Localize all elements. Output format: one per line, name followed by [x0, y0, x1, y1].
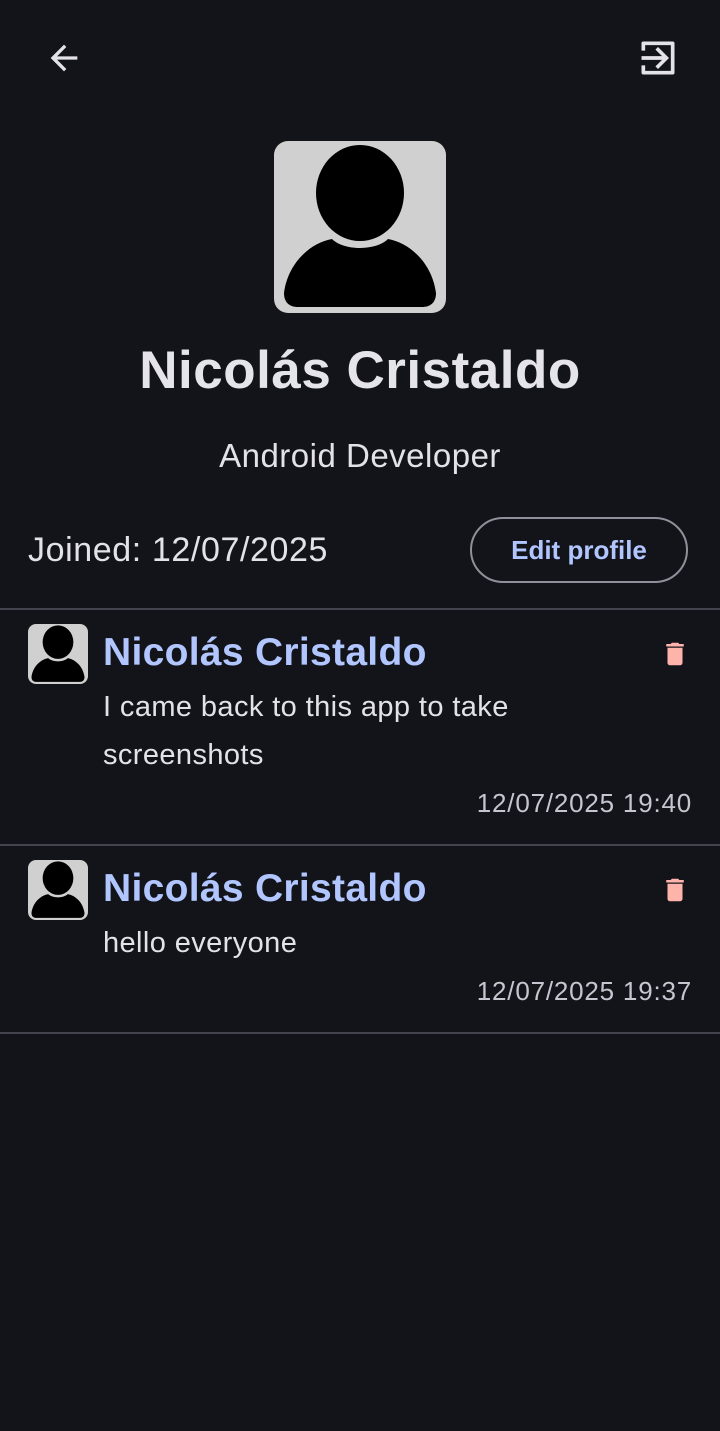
joined-date: Joined: 12/07/2025	[28, 531, 329, 569]
post-timestamp: 12/07/2025 19:40	[476, 788, 692, 818]
back-button[interactable]	[32, 26, 96, 90]
logout-icon	[641, 41, 675, 75]
top-app-bar	[0, 0, 720, 116]
post-timestamp: 12/07/2025 19:37	[476, 976, 692, 1006]
post-item: Nicolás Cristaldo I came back to this ap…	[0, 610, 720, 844]
arrow-back-icon	[50, 44, 78, 72]
delete-post-button[interactable]	[653, 632, 697, 676]
logout-button[interactable]	[626, 26, 690, 90]
post-item: Nicolás Cristaldo hello everyone 12/07/2…	[0, 846, 720, 1032]
post-author[interactable]: Nicolás Cristaldo	[103, 867, 427, 911]
avatar	[28, 860, 88, 920]
post-author[interactable]: Nicolás Cristaldo	[103, 631, 427, 675]
divider	[0, 1032, 720, 1034]
avatar	[28, 624, 88, 684]
person-silhouette-icon	[31, 625, 85, 682]
delete-post-button[interactable]	[653, 868, 697, 912]
person-silhouette-icon	[31, 861, 85, 918]
post-text: hello everyone	[103, 927, 298, 959]
trash-icon	[666, 878, 684, 902]
post-text: I came back to this app to take screensh…	[103, 691, 509, 771]
profile-name: Nicolás Cristaldo	[139, 341, 581, 400]
trash-icon	[666, 642, 684, 666]
profile-role: Android Developer	[219, 437, 501, 474]
edit-profile-button[interactable]: Edit profile	[470, 517, 688, 583]
profile-avatar	[274, 141, 446, 313]
person-silhouette-icon	[284, 145, 436, 307]
